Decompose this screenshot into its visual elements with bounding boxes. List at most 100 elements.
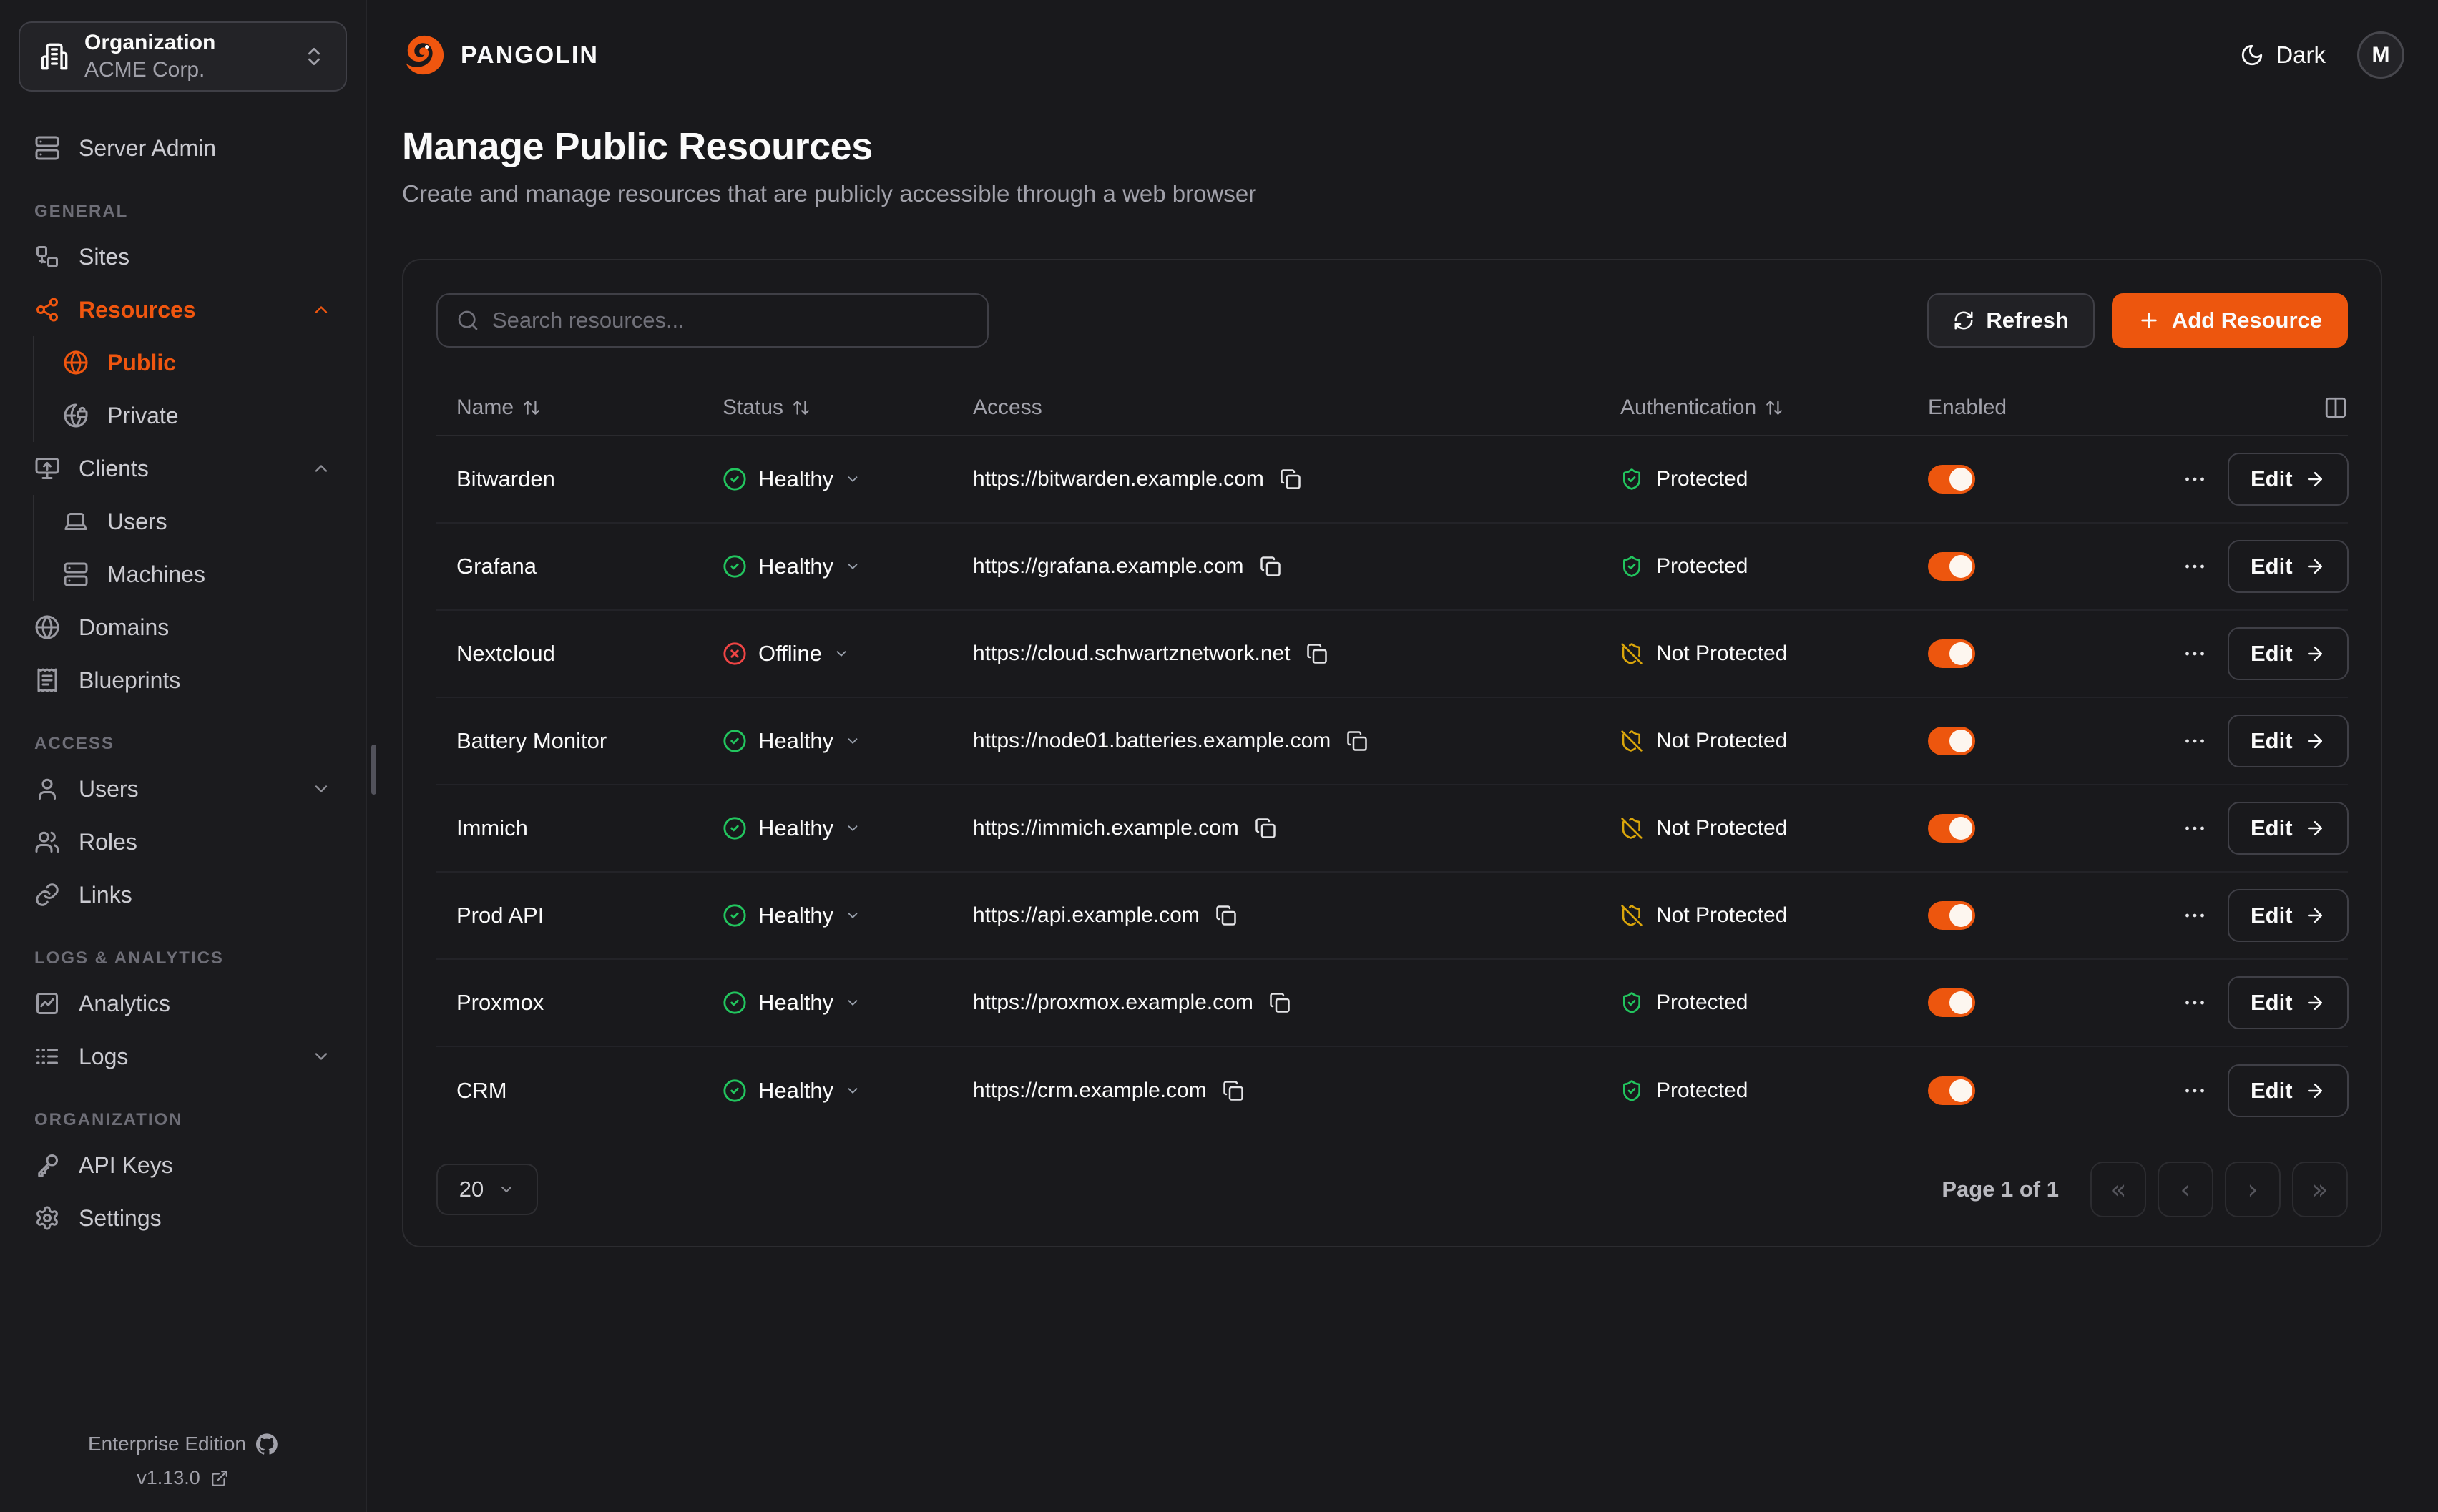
sidebar-item-label: Links xyxy=(79,882,132,908)
plus-icon xyxy=(2138,309,2160,332)
sidebar-item-label: Settings xyxy=(79,1205,162,1232)
enabled-toggle[interactable] xyxy=(1928,1076,1975,1105)
sidebar-item-domains[interactable]: Domains xyxy=(19,601,347,654)
circle-check-icon xyxy=(723,467,747,491)
sidebar-item-blueprints[interactable]: Blueprints xyxy=(19,654,347,707)
sidebar-item-links[interactable]: Links xyxy=(19,868,347,921)
next-page-button[interactable]: › xyxy=(2225,1162,2281,1217)
sidebar-item-label: Blueprints xyxy=(79,667,180,694)
github-icon[interactable] xyxy=(256,1433,278,1455)
organization-picker[interactable]: Organization ACME Corp. xyxy=(19,21,347,92)
column-header-status[interactable]: Status xyxy=(723,396,973,420)
status-cell[interactable]: Healthy xyxy=(723,728,973,754)
access-cell: https://bitwarden.example.com xyxy=(973,467,1620,491)
copy-icon[interactable] xyxy=(1346,730,1368,752)
copy-icon[interactable] xyxy=(1280,468,1301,490)
copy-icon[interactable] xyxy=(1215,905,1237,926)
edit-button[interactable]: Edit xyxy=(2228,453,2349,506)
external-link-icon[interactable] xyxy=(210,1469,229,1488)
sidebar-item-public[interactable]: Public xyxy=(34,336,347,389)
search-input[interactable] xyxy=(492,308,969,333)
shield-off-icon xyxy=(1620,642,1643,665)
sidebar-item-sites[interactable]: Sites xyxy=(19,230,347,283)
row-menu-button[interactable] xyxy=(2182,728,2208,754)
copy-icon[interactable] xyxy=(1306,643,1328,664)
page-size-select[interactable]: 20 xyxy=(436,1164,538,1215)
table-header-row: Name Status Access Authentication Enable… xyxy=(436,381,2348,436)
status-cell[interactable]: Healthy xyxy=(723,466,973,492)
status-label: Healthy xyxy=(758,554,833,579)
edit-button[interactable]: Edit xyxy=(2228,889,2349,942)
edit-button[interactable]: Edit xyxy=(2228,1064,2349,1117)
add-resource-button[interactable]: Add Resource xyxy=(2112,293,2348,348)
sidebar-item-client-users[interactable]: Users xyxy=(34,495,347,548)
column-visibility-button[interactable] xyxy=(2182,396,2348,420)
access-cell: https://crm.example.com xyxy=(973,1079,1620,1103)
edit-button[interactable]: Edit xyxy=(2228,715,2349,767)
sidebar-item-resources[interactable]: Resources xyxy=(19,283,347,336)
circle-check-icon xyxy=(723,903,747,928)
status-label: Healthy xyxy=(758,466,833,492)
status-cell[interactable]: Healthy xyxy=(723,903,973,928)
status-cell[interactable]: Healthy xyxy=(723,1078,973,1104)
enabled-toggle[interactable] xyxy=(1928,727,1975,755)
enabled-toggle[interactable] xyxy=(1928,465,1975,494)
authentication-label: Not Protected xyxy=(1656,642,1787,666)
edit-button[interactable]: Edit xyxy=(2228,627,2349,680)
sidebar-item-logs[interactable]: Logs xyxy=(19,1030,347,1083)
copy-icon[interactable] xyxy=(1255,818,1276,839)
first-page-button[interactable]: « xyxy=(2090,1162,2146,1217)
status-cell[interactable]: Offline xyxy=(723,641,973,667)
status-cell[interactable]: Healthy xyxy=(723,990,973,1016)
sidebar-item-settings[interactable]: Settings xyxy=(19,1192,347,1245)
row-menu-button[interactable] xyxy=(2182,903,2208,928)
refresh-button[interactable]: Refresh xyxy=(1927,293,2094,348)
theme-toggle[interactable]: Dark xyxy=(2240,41,2326,69)
enabled-toggle[interactable] xyxy=(1928,988,1975,1017)
sidebar-item-label: Public xyxy=(107,350,176,376)
sidebar-item-api-keys[interactable]: API Keys xyxy=(19,1139,347,1192)
sidebar-item-analytics[interactable]: Analytics xyxy=(19,977,347,1030)
status-cell[interactable]: Healthy xyxy=(723,554,973,579)
enabled-cell xyxy=(1928,814,2182,843)
edit-button[interactable]: Edit xyxy=(2228,802,2349,855)
sidebar-item-users[interactable]: Users xyxy=(19,762,347,815)
sidebar-item-clients[interactable]: Clients xyxy=(19,442,347,495)
sidebar-scrollbar-thumb[interactable] xyxy=(371,745,376,795)
row-menu-button[interactable] xyxy=(2182,641,2208,667)
copy-icon[interactable] xyxy=(1269,992,1291,1013)
enabled-cell xyxy=(1928,552,2182,581)
row-menu-button[interactable] xyxy=(2182,815,2208,841)
resource-name: Nextcloud xyxy=(436,641,723,667)
enabled-toggle[interactable] xyxy=(1928,639,1975,668)
authentication-cell: Not Protected xyxy=(1620,816,1928,840)
access-cell: https://node01.batteries.example.com xyxy=(973,729,1620,753)
sidebar-item-machines[interactable]: Machines xyxy=(34,548,347,601)
enabled-toggle[interactable] xyxy=(1928,552,1975,581)
row-menu-button[interactable] xyxy=(2182,466,2208,492)
sidebar-item-server-admin[interactable]: Server Admin xyxy=(19,122,347,175)
column-header-authentication[interactable]: Authentication xyxy=(1620,396,1928,420)
sidebar-item-roles[interactable]: Roles xyxy=(19,815,347,868)
copy-icon[interactable] xyxy=(1223,1080,1244,1101)
copy-icon[interactable] xyxy=(1260,556,1281,577)
authentication-label: Protected xyxy=(1656,991,1748,1015)
previous-page-button[interactable]: ‹ xyxy=(2158,1162,2213,1217)
row-menu-button[interactable] xyxy=(2182,990,2208,1016)
last-page-button[interactable]: » xyxy=(2292,1162,2348,1217)
row-menu-button[interactable] xyxy=(2182,1078,2208,1104)
edit-button[interactable]: Edit xyxy=(2228,976,2349,1029)
avatar[interactable]: M xyxy=(2357,31,2404,79)
column-header-name[interactable]: Name xyxy=(436,396,723,420)
table-row: Bitwarden Healthy https://bitwarden.exam… xyxy=(436,436,2348,524)
sidebar-item-private[interactable]: Private xyxy=(34,389,347,442)
row-menu-button[interactable] xyxy=(2182,554,2208,579)
arrow-right-icon xyxy=(2304,905,2326,926)
enabled-toggle[interactable] xyxy=(1928,814,1975,843)
status-cell[interactable]: Healthy xyxy=(723,815,973,841)
edit-button[interactable]: Edit xyxy=(2228,540,2349,593)
column-header-access: Access xyxy=(973,396,1620,420)
circle-check-icon xyxy=(723,1079,747,1103)
enabled-toggle[interactable] xyxy=(1928,901,1975,930)
resource-url: https://immich.example.com xyxy=(973,816,1239,840)
